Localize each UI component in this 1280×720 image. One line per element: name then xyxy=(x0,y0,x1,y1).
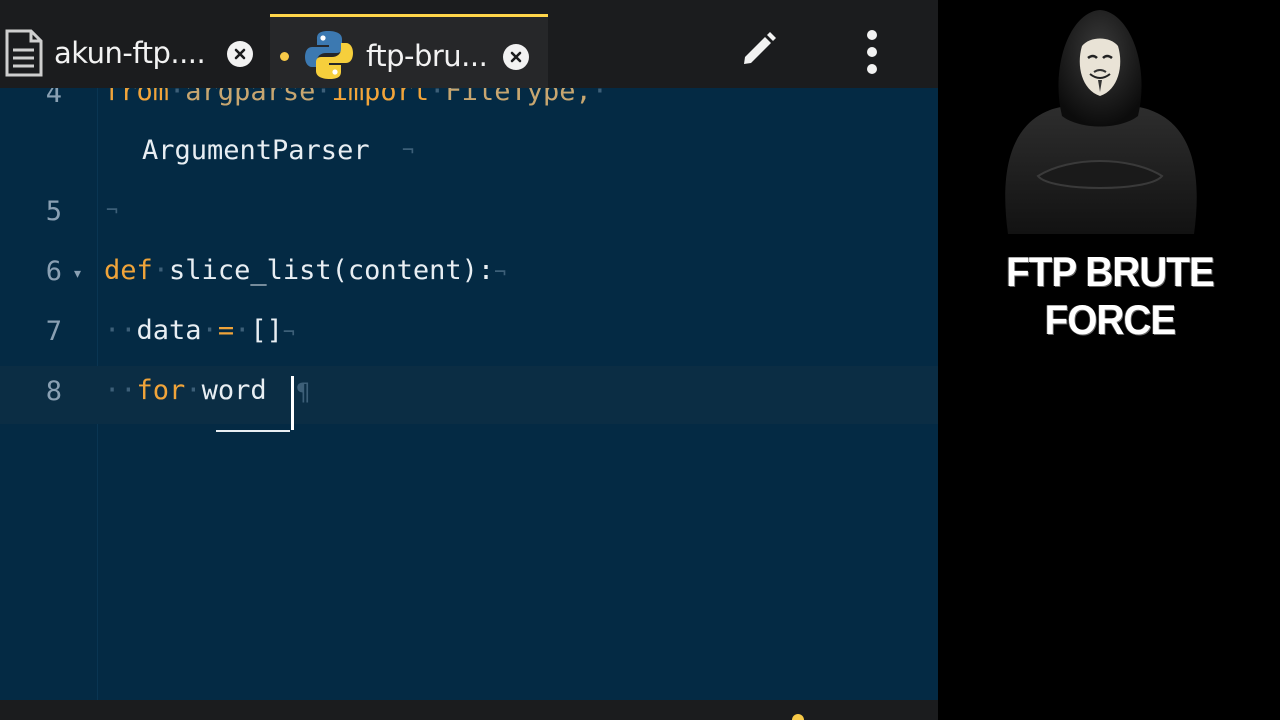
line-number: 5 xyxy=(45,196,62,227)
side-panel: FTP BRUTE FORCE xyxy=(940,0,1280,720)
file-text-icon xyxy=(4,28,44,78)
pilcrow-marker: ¶ xyxy=(296,378,311,406)
autocomplete-underline xyxy=(216,430,290,432)
tab-ftp-brute[interactable]: ftp-bru... xyxy=(270,14,548,88)
function-signature: slice_list(content): xyxy=(169,255,495,286)
close-tab-icon[interactable] xyxy=(503,44,529,70)
code-line-8[interactable]: ··for·word xyxy=(104,375,267,406)
code-editor[interactable]: 4 from·argparse·import·FileType,· Argume… xyxy=(0,0,938,720)
code-line-6[interactable]: def·slice_list(content):¬ xyxy=(104,255,506,286)
keyword-for: for xyxy=(136,375,186,406)
close-tab-icon[interactable] xyxy=(227,41,253,67)
var-word: word xyxy=(201,375,267,406)
unsaved-dot-icon xyxy=(280,52,289,61)
anonymous-hacker-icon xyxy=(990,6,1210,238)
code-line-4-wrap[interactable]: ArgumentParser xyxy=(142,135,370,166)
panel-title: FTP BRUTE FORCE xyxy=(1006,248,1215,343)
pencil-icon[interactable] xyxy=(736,28,780,72)
empty-list: [] xyxy=(250,315,283,346)
tab-label: akun-ftp.... xyxy=(54,36,206,70)
text-cursor xyxy=(291,376,294,430)
line-number: 7 xyxy=(45,316,62,347)
line-number: 6 xyxy=(45,256,62,287)
tab-akun-ftp[interactable]: akun-ftp.... xyxy=(0,14,268,88)
python-icon xyxy=(303,29,355,81)
fold-arrow-icon[interactable]: ▾ xyxy=(74,266,81,282)
eol-marker: ¬ xyxy=(106,198,119,222)
keyword-def: def xyxy=(104,255,153,286)
var-data: data xyxy=(136,315,202,346)
status-dot-icon xyxy=(792,714,804,720)
tab-label: ftp-bru... xyxy=(366,39,488,73)
code-line-7[interactable]: ··data·=·[]¬ xyxy=(104,315,295,346)
tab-bar: akun-ftp.... ftp-bru... xyxy=(0,0,938,88)
eol-marker: ¬ xyxy=(402,138,415,162)
more-vertical-icon[interactable] xyxy=(856,28,888,76)
line-number: 8 xyxy=(45,376,62,407)
